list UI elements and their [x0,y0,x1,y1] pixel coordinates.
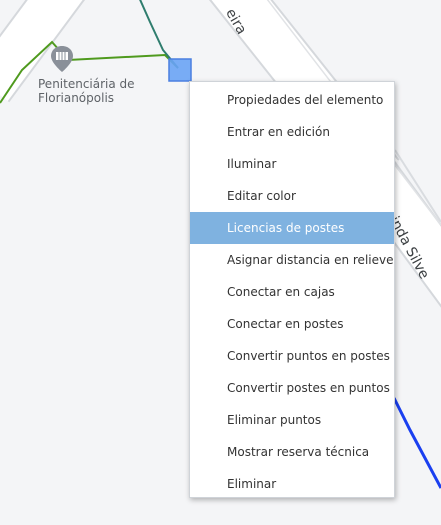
menu-item-element-properties[interactable]: Propiedades del elemento [190,84,394,116]
menu-item-connect-boxes[interactable]: Conectar en cajas [190,276,394,308]
menu-item-connect-poles[interactable]: Conectar en postes [190,308,394,340]
selected-node-marker[interactable] [168,58,192,82]
menu-item-delete-points[interactable]: Eliminar puntos [190,404,394,436]
poi-name-line-2: Florianópolis [38,91,115,105]
poi-label: Penitenciária de Florianópolis [38,77,135,105]
poi-name-line-1: Penitenciária de [38,77,135,91]
menu-item-illuminate[interactable]: Iluminar [190,148,394,180]
menu-item-points-to-poles[interactable]: Convertir puntos en postes [190,340,394,372]
menu-item-edit-color[interactable]: Editar color [190,180,394,212]
menu-item-pole-licenses[interactable]: Licencias de postes [190,212,394,244]
menu-item-assign-relief-distance[interactable]: Asignar distancia en relieve [190,244,394,276]
menu-item-show-technical-reserve[interactable]: Mostrar reserva técnica [190,436,394,468]
context-menu: Propiedades del elemento Entrar en edici… [189,81,395,498]
menu-item-poles-to-points[interactable]: Convertir postes en puntos [190,372,394,404]
menu-item-enter-edit[interactable]: Entrar en edición [190,116,394,148]
menu-item-delete[interactable]: Eliminar [190,468,394,500]
